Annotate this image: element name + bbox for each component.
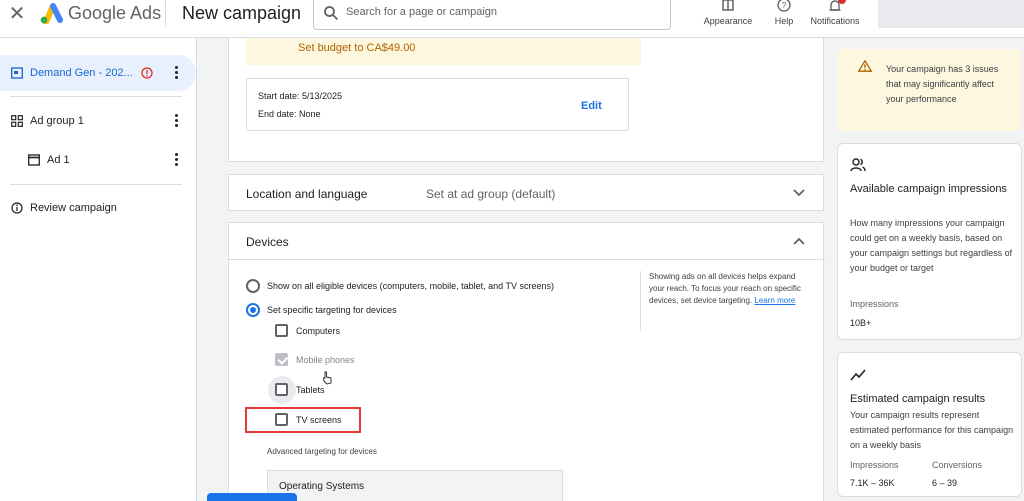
- dates-summary: Start date: 5/13/2025 End date: None Edi…: [246, 78, 629, 131]
- operating-systems-panel[interactable]: Operating Systems: [267, 470, 563, 501]
- chevron-up-icon[interactable]: [793, 237, 805, 245]
- checkbox-mobile-phones[interactable]: [275, 353, 288, 366]
- impressions-key: Impressions: [850, 299, 899, 309]
- checkbox-tv-screens[interactable]: [275, 413, 288, 426]
- search-icon: [324, 6, 339, 21]
- checkbox-mobile-phones-label: Mobile phones: [296, 355, 355, 365]
- checkbox-computers[interactable]: [275, 324, 288, 337]
- checkbox-tablets-label: Tablets: [296, 385, 325, 395]
- checkbox-computers-label: Computers: [296, 326, 341, 336]
- operating-systems-label: Operating Systems: [279, 481, 365, 492]
- brand-name: Google Ads: [68, 3, 162, 23]
- campaign-icon: [11, 67, 23, 79]
- campaign-issues-card[interactable]: Your campaign has 3 issues that may sign…: [837, 49, 1022, 131]
- notifications-label: Notifications: [810, 16, 860, 26]
- info-icon: [11, 202, 23, 214]
- notification-badge: [838, 0, 846, 4]
- start-date: Start date: 5/13/2025: [258, 91, 343, 101]
- sidebar-item-ad-group[interactable]: Ad group 1: [0, 103, 196, 139]
- results-impressions-key: Impressions: [850, 460, 899, 470]
- search-box[interactable]: [313, 0, 671, 30]
- more-options-icon[interactable]: [174, 65, 178, 81]
- search-input[interactable]: [346, 2, 646, 22]
- page-title: New campaign: [182, 3, 302, 23]
- results-conversions-value: 6 – 39: [932, 478, 958, 488]
- results-conversions-key: Conversions: [932, 460, 983, 470]
- campaign-navigation: Demand Gen - 202... Ad group 1 Ad 1 Revi…: [0, 38, 197, 501]
- warning-icon: [858, 60, 872, 72]
- card-title: Estimated campaign results: [850, 393, 986, 405]
- budget-card: Set budget to CA$49.00 Start date: 5/13/…: [228, 38, 824, 162]
- account-area[interactable]: [878, 0, 1024, 28]
- advanced-targeting-label: Advanced targeting for devices: [267, 447, 377, 456]
- hand-cursor-icon: [322, 371, 332, 385]
- google-ads-logo: [40, 3, 63, 24]
- radio-all-devices-label: Show on all eligible devices (computers,…: [267, 281, 554, 291]
- svg-text:?: ?: [782, 1, 787, 10]
- ad-group-icon: [11, 115, 23, 127]
- radio-specific-devices-label: Set specific targeting for devices: [267, 305, 397, 315]
- more-options-icon[interactable]: [174, 113, 178, 129]
- divider: [229, 259, 825, 260]
- divider: [640, 271, 641, 331]
- radio-specific-devices[interactable]: [246, 303, 260, 317]
- section-title: Location and language: [246, 187, 368, 201]
- people-icon: [850, 158, 866, 172]
- estimated-results-card: Estimated campaign results Your campaign…: [837, 352, 1022, 497]
- available-impressions-card: Available campaign impressions How many …: [837, 143, 1022, 340]
- sidebar-item-label: Demand Gen - 202...: [30, 67, 133, 79]
- sidebar-item-review[interactable]: Review campaign: [0, 190, 196, 226]
- sidebar-item-label: Ad group 1: [30, 115, 84, 127]
- budget-recommendation: Set budget to CA$49.00: [246, 38, 641, 65]
- trending-up-icon: [850, 369, 866, 381]
- chevron-down-icon[interactable]: [793, 189, 805, 197]
- appearance-button[interactable]: Appearance: [700, 0, 756, 28]
- location-language-section[interactable]: Location and language Set at ad group (d…: [228, 174, 824, 211]
- section-title: Devices: [246, 235, 289, 249]
- divider: [10, 96, 182, 97]
- checkbox-tablets[interactable]: [275, 383, 288, 396]
- learn-more-link[interactable]: Learn more: [754, 296, 795, 305]
- help-button[interactable]: ? Help: [770, 0, 798, 28]
- top-bar: ✕ Google Ads New campaign Appearance ? H…: [0, 0, 1024, 38]
- more-options-icon[interactable]: [174, 152, 178, 168]
- main-content: Set budget to CA$49.00 Start date: 5/13/…: [198, 38, 826, 501]
- edit-dates-button[interactable]: Edit: [581, 100, 602, 112]
- sidebar-item-ad[interactable]: Ad 1: [0, 142, 196, 178]
- impressions-value: 10B+: [850, 318, 872, 328]
- card-title: Available campaign impressions: [850, 183, 1007, 195]
- notifications-button[interactable]: Notifications: [806, 0, 864, 28]
- card-description: How many impressions your campaign could…: [850, 218, 1013, 273]
- devices-help-text: Showing ads on all devices helps expand …: [649, 271, 809, 307]
- checkbox-tv-screens-label: TV screens: [296, 415, 342, 425]
- next-button[interactable]: [207, 493, 297, 501]
- budget-recommendation-text: Set budget to CA$49.00: [298, 42, 416, 54]
- results-impressions-value: 7.1K – 36K: [850, 478, 895, 488]
- divider: [165, 0, 166, 26]
- close-icon[interactable]: ✕: [7, 4, 27, 24]
- help-icon: ?: [777, 0, 791, 12]
- sidebar-item-label: Ad 1: [47, 154, 70, 166]
- devices-section: Devices Show on all eligible devices (co…: [228, 222, 825, 501]
- radio-all-devices[interactable]: [246, 279, 260, 293]
- help-label: Help: [774, 16, 794, 26]
- end-date: End date: None: [258, 109, 321, 119]
- section-value: Set at ad group (default): [426, 187, 556, 201]
- sidebar-item-label: Review campaign: [30, 202, 117, 214]
- error-icon: [141, 67, 153, 79]
- sidebar-item-campaign[interactable]: Demand Gen - 202...: [0, 55, 196, 91]
- divider: [10, 184, 182, 185]
- appearance-label: Appearance: [703, 16, 753, 26]
- card-description: Your campaign results represent estimate…: [850, 410, 1014, 450]
- appearance-icon: [722, 0, 734, 11]
- campaign-issues-text: Your campaign has 3 issues that may sign…: [886, 64, 999, 104]
- ad-icon: [28, 154, 40, 166]
